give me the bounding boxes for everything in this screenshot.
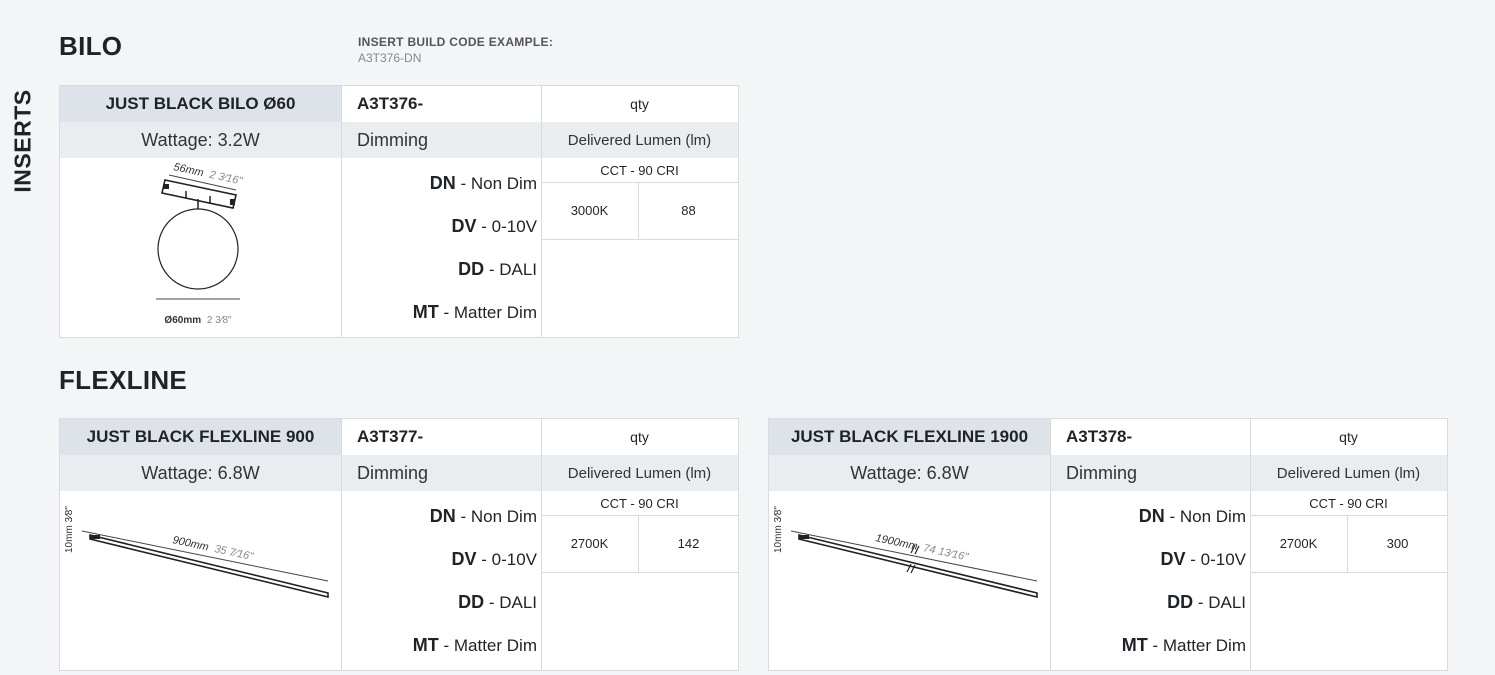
bilo-drawing: 56mm 2 3⁄16" Ø60mm 2 3⁄8" (60, 158, 341, 337)
divider (541, 419, 542, 455)
dimming-option-dn: DN - Non Dim (429, 506, 537, 526)
flexline-900-spec-table: JUST BLACK FLEXLINE 900 A3T377- qty Watt… (59, 418, 739, 671)
product-code: A3T377- (357, 427, 424, 446)
flexline-1900-drawing: 10mm 3⁄8" 1900mm 74 13⁄16" (769, 491, 1050, 670)
cct-row: 2700K 142 (541, 515, 738, 573)
dimming-option-dn: DN - Non Dim (429, 173, 537, 193)
cct-header: CCT - 90 CRI (541, 158, 738, 183)
qty-field[interactable]: qty (541, 419, 738, 455)
wattage: Wattage: 6.8W (141, 462, 260, 483)
cct-value: 2700K (541, 515, 639, 572)
lumen-table: CCT - 90 CRI 3000K 88 (541, 158, 738, 337)
dimming-header: Dimming (357, 462, 429, 483)
flexline-900-profile-drawing: 10mm 3⁄8" 900mm 35 7⁄16" (64, 506, 329, 599)
flexline-1900-profile-drawing: 10mm 3⁄8" 1900mm 74 13⁄16" (773, 506, 1038, 599)
lumen-header: Delivered Lumen (lm) (567, 131, 712, 149)
lumen-table: CCT - 90 CRI 2700K 142 (541, 491, 738, 670)
build-code-example: INSERT BUILD CODE EXAMPLE: A3T376-DN (358, 35, 553, 65)
dimming-options: DN - Non Dim DV - 0-10V DD - DALI MT - M… (341, 491, 541, 670)
divider (1250, 419, 1251, 455)
dimming-option-dd: DD - DALI (458, 592, 537, 612)
lumen-header: Delivered Lumen (lm) (567, 464, 712, 482)
flexline-1900-length-dim-in: 74 13⁄16" (922, 542, 970, 563)
spec-header-row: JUST BLACK FLEXLINE 1900 A3T378- qty (769, 419, 1447, 455)
cct-header: CCT - 90 CRI (1250, 491, 1447, 516)
spec-subheader-row: Wattage: 6.8W Dimming Delivered Lumen (l… (60, 455, 738, 491)
dimming-option-dn: DN - Non Dim (1138, 506, 1246, 526)
cct-value: 2700K (1250, 515, 1348, 572)
flexline-900-length-dim-in: 35 7⁄16" (213, 543, 255, 563)
cct-row: 2700K 300 (1250, 515, 1447, 573)
dimming-header: Dimming (1066, 462, 1138, 483)
side-label-text: INSERTS (9, 89, 36, 193)
build-code-label: INSERT BUILD CODE EXAMPLE: (358, 35, 554, 49)
dimming-option-mt: MT - Matter Dim (412, 302, 537, 322)
product-code: A3T376- (357, 94, 424, 113)
lumen-table: CCT - 90 CRI 2700K 300 (1250, 491, 1447, 670)
flexline-900-drawing: 10mm 3⁄8" 900mm 35 7⁄16" (60, 491, 341, 670)
lumen-value: 300 (1386, 536, 1409, 551)
spec-header-row: JUST BLACK FLEXLINE 900 A3T377- qty (60, 419, 738, 455)
qty-field[interactable]: qty (541, 86, 738, 122)
spec-subheader-row: Wattage: 6.8W Dimming Delivered Lumen (l… (769, 455, 1447, 491)
dimming-options: DN - Non Dim DV - 0-10V DD - DALI MT - M… (1050, 491, 1250, 670)
wattage: Wattage: 3.2W (141, 129, 260, 150)
dimming-option-dv: DV - 0-10V (451, 216, 538, 236)
dimming-option-dv: DV - 0-10V (451, 549, 538, 569)
bilo-dim-bottom-in: 2 3⁄8" (207, 315, 232, 326)
lumen-value: 142 (677, 536, 700, 551)
cct-value: 3000K (541, 182, 639, 239)
dimming-option-mt: MT - Matter Dim (412, 635, 537, 655)
bilo-dim-bottom: Ø60mm (164, 315, 201, 326)
product-name: JUST BLACK BILO Ø60 (60, 86, 341, 122)
lumen-value: 88 (681, 203, 696, 218)
cct-header: CCT - 90 CRI (541, 491, 738, 516)
dimming-option-dd: DD - DALI (1167, 592, 1246, 612)
cct-row: 3000K 88 (541, 182, 738, 240)
build-code-value: A3T376-DN (358, 51, 422, 65)
qty-field[interactable]: qty (1250, 419, 1447, 455)
bilo-pendant-drawing: 56mm 2 3⁄16" Ø60mm 2 3⁄8" (156, 161, 244, 326)
product-name: JUST BLACK FLEXLINE 1900 (769, 419, 1050, 455)
side-label: INSERTS (6, 86, 40, 196)
dimming-option-dv: DV - 0-10V (1160, 549, 1247, 569)
dimming-options: DN - Non Dim DV - 0-10V DD - DALI MT - M… (341, 158, 541, 337)
wattage: Wattage: 6.8W (850, 462, 969, 483)
lumen-header: Delivered Lumen (lm) (1276, 464, 1421, 482)
dimming-header: Dimming (357, 129, 429, 150)
spec-header-row: JUST BLACK BILO Ø60 A3T376- qty (60, 86, 738, 122)
flexline-1900-height-dim: 10mm 3⁄8" (773, 506, 784, 553)
bilo-spec-table: JUST BLACK BILO Ø60 A3T376- qty Wattage:… (59, 85, 739, 338)
bilo-title: BILO (59, 31, 123, 61)
divider (541, 86, 542, 122)
svg-text:Ø60mm 2 3⁄8": Ø60mm 2 3⁄8" (164, 315, 232, 326)
flexline-title: FLEXLINE (59, 365, 188, 395)
dimming-option-dd: DD - DALI (458, 259, 537, 279)
product-code: A3T378- (1066, 427, 1133, 446)
dimming-option-mt: MT - Matter Dim (1121, 635, 1246, 655)
flexline-900-height-dim: 10mm 3⁄8" (64, 506, 75, 553)
product-name: JUST BLACK FLEXLINE 900 (60, 419, 341, 455)
spec-subheader-row: Wattage: 3.2W Dimming Delivered Lumen (l… (60, 122, 738, 158)
flexline-1900-spec-table: JUST BLACK FLEXLINE 1900 A3T378- qty Wat… (768, 418, 1448, 671)
